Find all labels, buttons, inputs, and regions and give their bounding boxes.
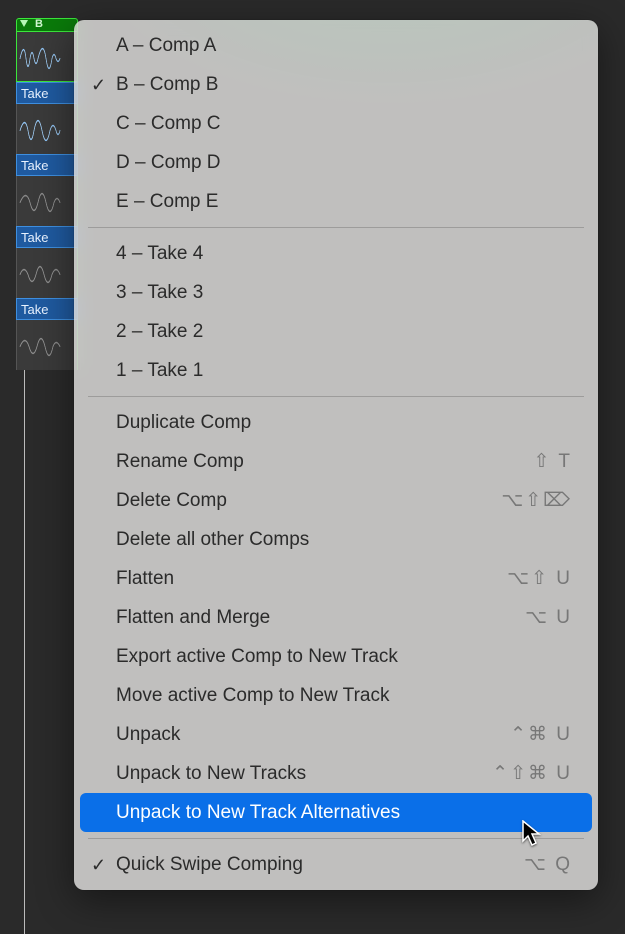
menu-item-rename-comp[interactable]: Rename Comp ⇧ T (74, 442, 598, 481)
checkmark-icon: ✓ (91, 855, 106, 876)
waveform-region[interactable] (16, 104, 78, 154)
menu-separator (88, 838, 584, 839)
menu-item-label: Flatten (116, 568, 507, 590)
waveform-icon (19, 254, 61, 294)
take-folder-context-menu: A – Comp A ✓ B – Comp B C – Comp C D – C… (74, 20, 598, 890)
waveform-region[interactable] (16, 32, 78, 82)
menu-separator (88, 227, 584, 228)
disclosure-triangle-icon[interactable] (20, 20, 28, 27)
waveform-region[interactable] (16, 248, 78, 298)
menu-item-label: Duplicate Comp (116, 412, 572, 434)
waveform-icon (19, 326, 61, 366)
menu-item-unpack[interactable]: Unpack ⌃⌘ U (74, 715, 598, 754)
menu-item-label: Quick Swipe Comping (116, 854, 524, 876)
menu-item-unpack-track-alternatives[interactable]: Unpack to New Track Alternatives (80, 793, 592, 832)
menu-item-take-4[interactable]: 4 – Take 4 (74, 234, 598, 273)
menu-shortcut: ⌥⇧ U (507, 567, 572, 590)
waveform-icon (19, 110, 61, 150)
menu-item-label: E – Comp E (116, 191, 572, 213)
menu-item-label: Delete all other Comps (116, 529, 572, 551)
take-region-header[interactable]: Take (16, 226, 78, 248)
menu-item-label: Unpack to New Track Alternatives (116, 802, 572, 824)
menu-item-label: Export active Comp to New Track (116, 646, 572, 668)
take-region-label: Take (21, 158, 48, 173)
menu-item-label: Move active Comp to New Track (116, 685, 572, 707)
menu-item-take-2[interactable]: 2 – Take 2 (74, 312, 598, 351)
menu-item-label: 3 – Take 3 (116, 282, 572, 304)
menu-item-label: 2 – Take 2 (116, 321, 572, 343)
take-folder-header[interactable]: B (16, 18, 78, 32)
take-region-header[interactable]: Take (16, 298, 78, 320)
menu-item-comp-b[interactable]: ✓ B – Comp B (74, 65, 598, 104)
menu-item-delete-other-comps[interactable]: Delete all other Comps (74, 520, 598, 559)
menu-item-comp-e[interactable]: E – Comp E (74, 182, 598, 221)
waveform-region[interactable] (16, 176, 78, 226)
menu-item-take-1[interactable]: 1 – Take 1 (74, 351, 598, 390)
menu-shortcut: ⌃⇧⌘ U (492, 762, 572, 785)
menu-item-label: A – Comp A (116, 35, 572, 57)
menu-item-comp-c[interactable]: C – Comp C (74, 104, 598, 143)
take-region-label: Take (21, 302, 48, 317)
take-region-label: Take (21, 86, 48, 101)
take-region-header[interactable]: Take (16, 82, 78, 104)
waveform-region[interactable] (16, 320, 78, 370)
menu-item-unpack-new-tracks[interactable]: Unpack to New Tracks ⌃⇧⌘ U (74, 754, 598, 793)
waveform-icon (19, 182, 61, 222)
comp-indicator: B (35, 18, 43, 30)
take-region-header[interactable]: Take (16, 154, 78, 176)
menu-item-take-3[interactable]: 3 – Take 3 (74, 273, 598, 312)
menu-item-label: 1 – Take 1 (116, 360, 572, 382)
menu-item-label: Unpack to New Tracks (116, 763, 492, 785)
menu-item-comp-d[interactable]: D – Comp D (74, 143, 598, 182)
take-folder-tracks: B Take Take Take (16, 18, 78, 370)
menu-item-label: Unpack (116, 724, 510, 746)
menu-item-comp-a[interactable]: A – Comp A (74, 26, 598, 65)
menu-item-export-comp[interactable]: Export active Comp to New Track (74, 637, 598, 676)
menu-item-label: Rename Comp (116, 451, 534, 473)
menu-separator (88, 396, 584, 397)
menu-item-quick-swipe-comping[interactable]: ✓ Quick Swipe Comping ⌥ Q (74, 845, 598, 884)
menu-item-duplicate-comp[interactable]: Duplicate Comp (74, 403, 598, 442)
menu-item-flatten-merge[interactable]: Flatten and Merge ⌥ U (74, 598, 598, 637)
menu-item-label: 4 – Take 4 (116, 243, 572, 265)
menu-item-label: D – Comp D (116, 152, 572, 174)
menu-shortcut: ⇧ T (534, 450, 572, 473)
menu-shortcut: ⌥ U (525, 606, 572, 629)
menu-item-label: C – Comp C (116, 113, 572, 135)
menu-item-flatten[interactable]: Flatten ⌥⇧ U (74, 559, 598, 598)
menu-item-label: Flatten and Merge (116, 607, 525, 629)
take-region-label: Take (21, 230, 48, 245)
menu-shortcut: ⌥⇧⌦ (501, 489, 572, 512)
checkmark-icon: ✓ (91, 75, 106, 96)
menu-item-move-comp[interactable]: Move active Comp to New Track (74, 676, 598, 715)
menu-shortcut: ⌃⌘ U (510, 723, 572, 746)
waveform-icon (19, 38, 61, 78)
menu-shortcut: ⌥ Q (524, 853, 572, 876)
menu-item-label: B – Comp B (116, 74, 572, 96)
menu-item-label: Delete Comp (116, 490, 501, 512)
menu-item-delete-comp[interactable]: Delete Comp ⌥⇧⌦ (74, 481, 598, 520)
